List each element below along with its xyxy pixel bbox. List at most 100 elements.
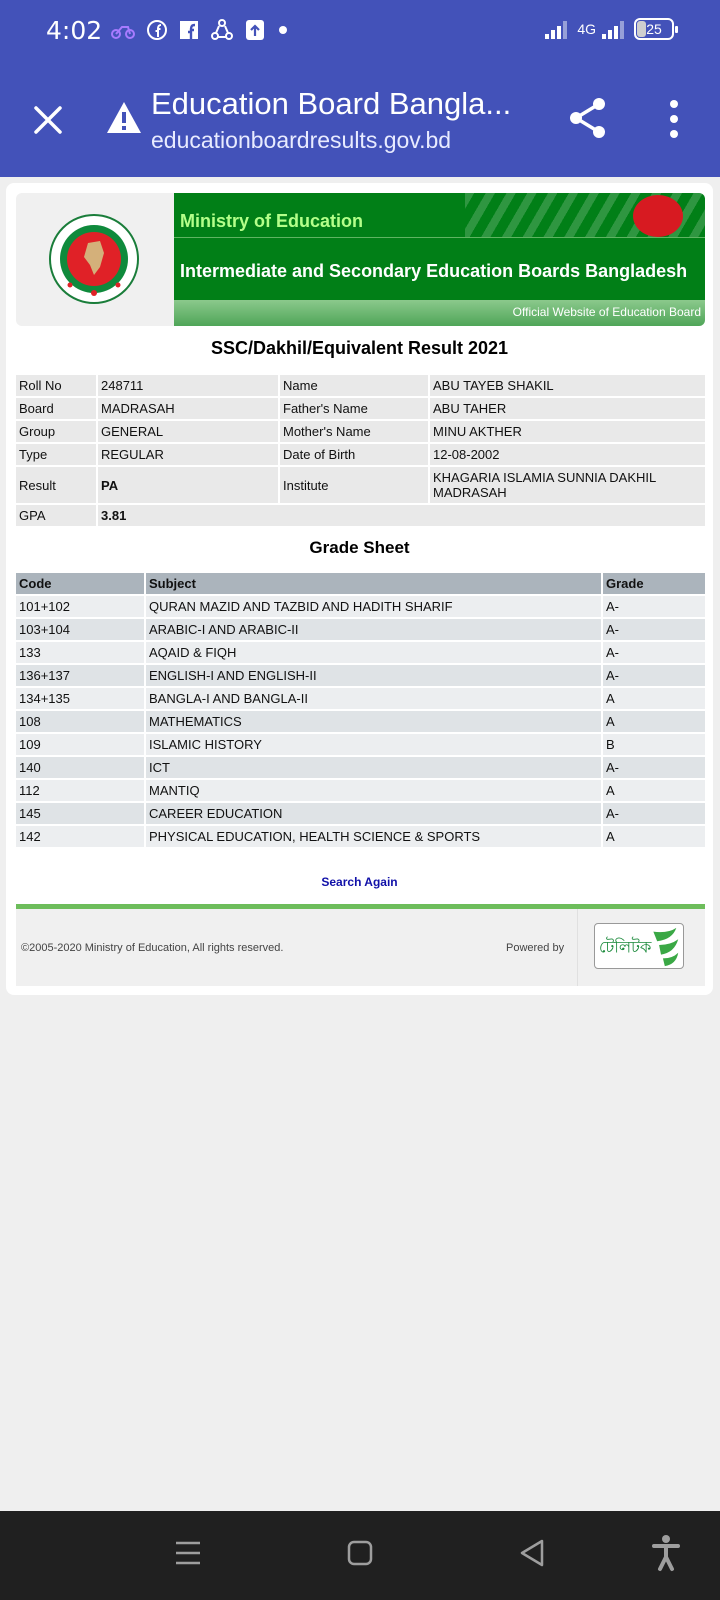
subject-code: 109 (16, 734, 144, 755)
subject-name: CAREER EDUCATION (146, 803, 601, 824)
grade-rows: 101+102 QURAN MAZID AND TAZBID AND HADITH… (16, 596, 705, 847)
mother-label: Mother's Name (280, 421, 428, 442)
board-value: MADRASAH (98, 398, 278, 419)
info-row: Group GENERAL Mother's Name MINU AKTHER (16, 421, 705, 442)
page-url[interactable]: educationboardresults.gov.bd (151, 127, 451, 154)
gpa-value: 3.81 (98, 505, 705, 526)
subject-name: QURAN MAZID AND TAZBID AND HADITH SHARIF (146, 596, 601, 617)
table-row: 145 CAREER EDUCATION A- (16, 803, 705, 824)
table-row: 112 MANTIQ A (16, 780, 705, 801)
info-row: Board MADRASAH Father's Name ABU TAHER (16, 398, 705, 419)
subject-grade: A (603, 711, 705, 732)
dob-value: 12-08-2002 (430, 444, 705, 465)
subject-name: ICT (146, 757, 601, 778)
subject-grade: A- (603, 619, 705, 640)
dob-label: Date of Birth (280, 444, 428, 465)
father-value: ABU TAHER (430, 398, 705, 419)
subject-grade: B (603, 734, 705, 755)
info-row: Type REGULAR Date of Birth 12-08-2002 (16, 444, 705, 465)
share-icon[interactable] (566, 96, 610, 140)
grade-header: Grade (603, 573, 705, 594)
ministry-name: Ministry of Education (180, 211, 364, 231)
system-navigation-bar (0, 1511, 720, 1600)
subject-name: PHYSICAL EDUCATION, HEALTH SCIENCE & SPO… (146, 826, 601, 847)
group-value: GENERAL (98, 421, 278, 442)
table-row: 109 ISLAMIC HISTORY B (16, 734, 705, 755)
menu-icon[interactable] (168, 1533, 208, 1573)
subject-code: 133 (16, 642, 144, 663)
facebook-square-icon (180, 21, 198, 39)
type-label: Type (16, 444, 96, 465)
type-value: REGULAR (98, 444, 278, 465)
info-row: Roll No 248711 Name ABU TAYEB SHAKIL (16, 375, 705, 396)
group-label: Group (16, 421, 96, 442)
subject-grade: A- (603, 803, 705, 824)
subject-code: 101+102 (16, 596, 144, 617)
code-header: Code (16, 573, 144, 594)
subject-name: ENGLISH-I AND ENGLISH-II (146, 665, 601, 686)
network-type: 4G (577, 21, 596, 37)
father-label: Father's Name (280, 398, 428, 419)
battery-icon: 25 (634, 18, 678, 40)
subject-grade: A (603, 826, 705, 847)
name-value: ABU TAYEB SHAKIL (430, 375, 705, 396)
site-banner: Ministry of Education Intermediate and S… (16, 193, 705, 326)
page-title: Education Board Bangla... (151, 86, 512, 121)
board-label: Board (16, 398, 96, 419)
subject-grade: A- (603, 642, 705, 663)
table-row: 140 ICT A- (16, 757, 705, 778)
gpa-label: GPA (16, 505, 96, 526)
dot-icon (279, 26, 287, 34)
result-title: SSC/Dakhil/Equivalent Result 2021 (210, 338, 509, 358)
table-row: 108 MATHEMATICS A (16, 711, 705, 732)
table-row: 134+135 BANGLA-I AND BANGLA-II A (16, 688, 705, 709)
site-footer: ©2005-2020 Ministry of Education, All ri… (16, 904, 705, 986)
grade-sheet-table: Code Subject Grade 101+102 QURAN MAZID AN… (14, 571, 707, 849)
status-bar: 4:02 4G 25 (0, 0, 720, 64)
mother-value: MINU AKTHER (430, 421, 705, 442)
subject-code: 112 (16, 780, 144, 801)
status-right: 4G 25 (543, 18, 678, 40)
subject-grade: A- (603, 596, 705, 617)
name-label: Name (280, 375, 428, 396)
boards-name: Intermediate and Secondary Education Boa… (180, 261, 688, 281)
subject-name: MANTIQ (146, 780, 601, 801)
subject-grade: A- (603, 757, 705, 778)
result-value: PA (98, 467, 278, 503)
signal-icon (545, 21, 568, 39)
back-icon[interactable] (512, 1533, 552, 1573)
warning-icon[interactable] (106, 100, 142, 136)
student-info-table: Roll No 248711 Name ABU TAYEB SHAKIL Boa… (14, 373, 707, 528)
custom-tab-bar: Education Board Bangla... educationboard… (0, 80, 720, 177)
home-icon[interactable] (340, 1533, 380, 1573)
subject-code: 145 (16, 803, 144, 824)
subject-code: 136+137 (16, 665, 144, 686)
result-label: Result (16, 467, 96, 503)
teletalk-logo: টেলিটক (594, 923, 684, 969)
banner-divider (174, 237, 705, 238)
motorbike-icon (111, 26, 135, 39)
status-time: 4:02 (46, 16, 103, 45)
notification-icons (110, 18, 290, 42)
share-nodes-icon (211, 19, 233, 40)
subject-code: 103+104 (16, 619, 144, 640)
signal-icon (602, 21, 624, 39)
grade-header-row: Code Subject Grade (16, 573, 705, 594)
table-row: 101+102 QURAN MAZID AND TAZBID AND HADITH… (16, 596, 705, 617)
subject-code: 142 (16, 826, 144, 847)
subject-name: AQAID & FIQH (146, 642, 601, 663)
search-again-link[interactable]: Search Again (6, 875, 713, 889)
web-page: Ministry of Education Intermediate and S… (6, 183, 713, 995)
more-options-icon[interactable] (660, 98, 688, 140)
accessibility-icon[interactable] (646, 1533, 686, 1573)
info-row: Result PA Institute KHAGARIA ISLAMIA SUN… (16, 467, 705, 503)
close-icon[interactable] (28, 100, 68, 140)
subject-name: ISLAMIC HISTORY (146, 734, 601, 755)
table-row: 133 AQAID & FIQH A- (16, 642, 705, 663)
browser-header: 4:02 4G 25 Education Board Bangla... edu… (0, 0, 720, 177)
teletalk-logo-text: টেলিটক (599, 938, 652, 957)
subject-grade: A (603, 780, 705, 801)
subject-code: 134+135 (16, 688, 144, 709)
roll-value: 248711 (98, 375, 278, 396)
official-website-label: Official Website of Education Board (512, 305, 701, 319)
